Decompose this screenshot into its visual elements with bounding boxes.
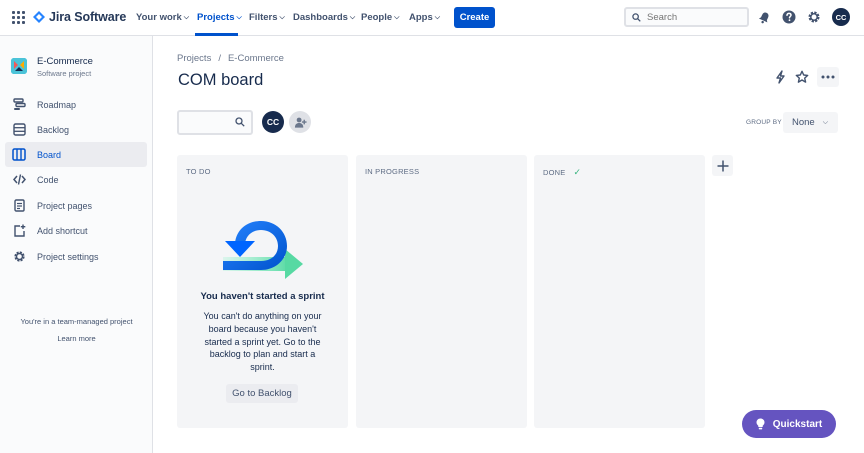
nav-projects[interactable]: Projects ⌵ xyxy=(197,12,242,23)
nav-label: Projects xyxy=(197,12,235,23)
sidebar-item-backlog[interactable]: Backlog xyxy=(5,117,147,142)
nav-apps[interactable]: Apps ⌵ xyxy=(409,12,440,23)
app-switcher-icon[interactable] xyxy=(12,11,25,24)
learn-more-link[interactable]: Learn more xyxy=(0,334,153,343)
lightning-icon[interactable] xyxy=(772,69,788,85)
nav-label: Dashboards xyxy=(293,12,348,23)
breadcrumb-projects[interactable]: Projects xyxy=(177,53,211,64)
backlog-icon xyxy=(12,123,26,137)
jira-logo[interactable]: Jira Software xyxy=(33,10,126,24)
more-icon xyxy=(821,75,835,79)
settings-gear-icon[interactable] xyxy=(806,9,822,25)
board-column-todo: TO DO You haven't started a sprint You c… xyxy=(177,155,348,428)
board-column-done: DONE ✓ xyxy=(534,155,705,428)
board-search-input[interactable] xyxy=(179,112,235,132)
sidebar-item-label: Backlog xyxy=(37,124,70,135)
project-name[interactable]: E-Commerce xyxy=(37,56,93,67)
sidebar-item-label: Board xyxy=(37,149,62,160)
empty-state-text: You can't do anything on your board beca… xyxy=(203,311,322,373)
sidebar-item-label: Add shortcut xyxy=(37,225,88,236)
search-icon xyxy=(632,12,641,22)
member-avatar[interactable]: CC xyxy=(262,111,284,133)
quickstart-button[interactable]: Quickstart xyxy=(742,410,836,438)
nav-label: Your work xyxy=(136,12,182,23)
chevron-down-icon: ⌵ xyxy=(434,14,441,21)
create-button[interactable]: Create xyxy=(454,7,495,28)
search-input[interactable] xyxy=(647,11,737,23)
sidebar-item-board[interactable]: Board xyxy=(5,142,147,167)
sidebar-item-project-settings[interactable]: Project settings xyxy=(5,244,147,269)
chevron-down-icon: ⌵ xyxy=(183,14,190,21)
roadmap-icon xyxy=(12,98,26,112)
code-icon xyxy=(12,173,26,187)
gear-icon xyxy=(12,250,26,264)
chevron-down-icon: ⌵ xyxy=(279,14,285,21)
chevron-down-icon: ⌵ xyxy=(349,14,356,21)
group-by-select[interactable]: None ⌵ xyxy=(783,112,838,133)
lightbulb-icon xyxy=(756,418,765,430)
global-search[interactable] xyxy=(624,7,749,27)
nav-filters[interactable]: Filters ⌵ xyxy=(249,12,285,23)
team-managed-note: You're in a team-managed project xyxy=(20,317,133,326)
group-by-value: None xyxy=(792,117,815,128)
column-title-text: DONE xyxy=(543,168,566,177)
sidebar-item-project-pages[interactable]: Project pages xyxy=(5,193,147,218)
user-avatar[interactable]: CC xyxy=(832,8,850,26)
group-by-label: GROUP BY xyxy=(746,119,782,126)
sidebar-item-label: Project settings xyxy=(37,251,99,262)
page-icon xyxy=(12,199,26,213)
board-search-field[interactable] xyxy=(177,110,253,135)
active-nav-indicator xyxy=(195,33,238,36)
add-shortcut-icon xyxy=(12,224,26,238)
help-icon[interactable] xyxy=(781,9,797,25)
board-column-in-progress: IN PROGRESS xyxy=(356,155,527,428)
nav-your-work[interactable]: Your work ⌵ xyxy=(136,12,189,23)
star-icon[interactable] xyxy=(794,69,810,85)
notifications-icon[interactable] xyxy=(756,9,772,25)
column-title: DONE ✓ xyxy=(543,167,581,178)
add-people-button[interactable] xyxy=(289,111,311,133)
sidebar-item-label: Project pages xyxy=(37,200,93,211)
chevron-down-icon: ⌵ xyxy=(394,14,400,21)
nav-label: Apps xyxy=(409,12,433,23)
column-title-text: TO DO xyxy=(186,167,211,176)
breadcrumb: Projects / E-Commerce xyxy=(177,53,284,64)
jira-diamond-icon xyxy=(33,11,45,23)
column-title: IN PROGRESS xyxy=(365,167,419,176)
board-icon xyxy=(12,148,26,162)
search-icon xyxy=(235,117,245,127)
project-avatar-icon[interactable] xyxy=(11,58,27,74)
add-column-button[interactable] xyxy=(712,155,733,176)
chevron-down-icon: ⌵ xyxy=(822,118,829,126)
nav-label: Filters xyxy=(249,12,278,23)
sprint-illustration xyxy=(223,221,303,279)
more-actions-button[interactable] xyxy=(817,67,839,87)
product-name: Jira Software xyxy=(49,10,127,24)
column-title-text: IN PROGRESS xyxy=(365,167,420,176)
sidebar-item-roadmap[interactable]: Roadmap xyxy=(5,92,147,117)
plus-icon xyxy=(717,160,728,171)
sidebar-item-code[interactable]: Code xyxy=(5,167,147,192)
sidebar-item-label: Roadmap xyxy=(37,99,77,110)
empty-state-title: You haven't started a sprint xyxy=(200,291,325,302)
quickstart-label: Quickstart xyxy=(772,418,823,430)
project-type: Software project xyxy=(37,69,92,78)
checkmark-icon: ✓ xyxy=(573,167,582,177)
chevron-down-icon: ⌵ xyxy=(236,14,242,21)
go-to-backlog-button[interactable]: Go to Backlog xyxy=(226,384,298,403)
sidebar-item-add-shortcut[interactable]: Add shortcut xyxy=(5,218,147,243)
add-person-icon xyxy=(294,117,307,128)
top-navigation: Jira Software Your work ⌵ Projects ⌵ Filte… xyxy=(0,0,864,36)
breadcrumb-separator: / xyxy=(218,53,221,64)
sidebar-item-label: Code xyxy=(37,174,59,185)
nav-people[interactable]: People ⌵ xyxy=(361,12,399,23)
project-sidebar: E-Commerce Software project Roadmap Back… xyxy=(0,36,153,453)
nav-dashboards[interactable]: Dashboards ⌵ xyxy=(293,12,355,23)
breadcrumb-project[interactable]: E-Commerce xyxy=(228,53,284,64)
page-title: COM board xyxy=(178,71,264,89)
column-title: TO DO xyxy=(186,167,211,176)
nav-label: People xyxy=(361,12,393,23)
